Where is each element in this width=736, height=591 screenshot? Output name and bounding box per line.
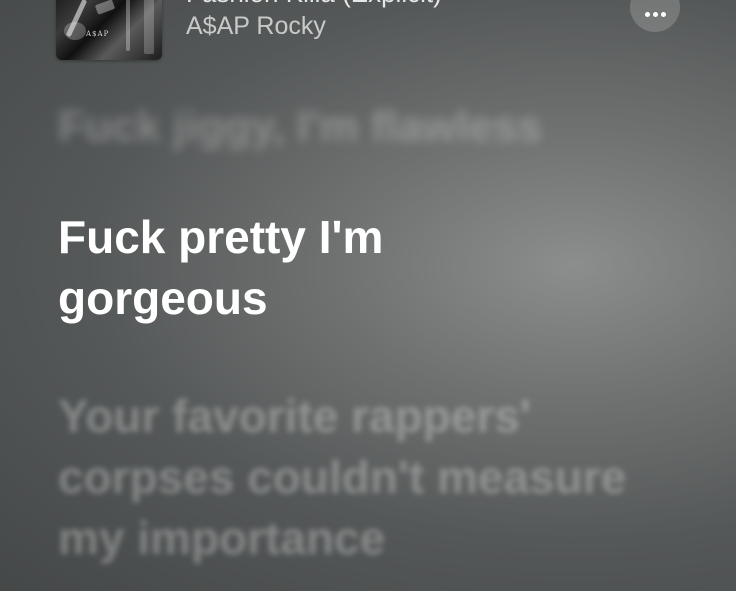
artwork-logo-text: A$AP [86, 30, 110, 38]
song-title[interactable]: Fashion Killa (Explicit) [186, 0, 442, 9]
now-playing-header: A$AP Fashion Killa (Explicit) A$AP Rocky [0, 0, 736, 80]
artist-name[interactable]: A$AP Rocky [186, 12, 326, 41]
album-artwork[interactable]: A$AP [56, 0, 162, 60]
lyric-line-previous[interactable]: Fuck jiggy, I'm flawless [58, 96, 542, 157]
lyric-line-current[interactable]: Fuck pretty I'm gorgeous [58, 207, 498, 329]
ellipsis-icon [644, 11, 666, 17]
lyric-line-next[interactable]: Your favorite rappers' corpses couldn't … [58, 386, 658, 569]
more-options-button[interactable] [630, 0, 680, 32]
